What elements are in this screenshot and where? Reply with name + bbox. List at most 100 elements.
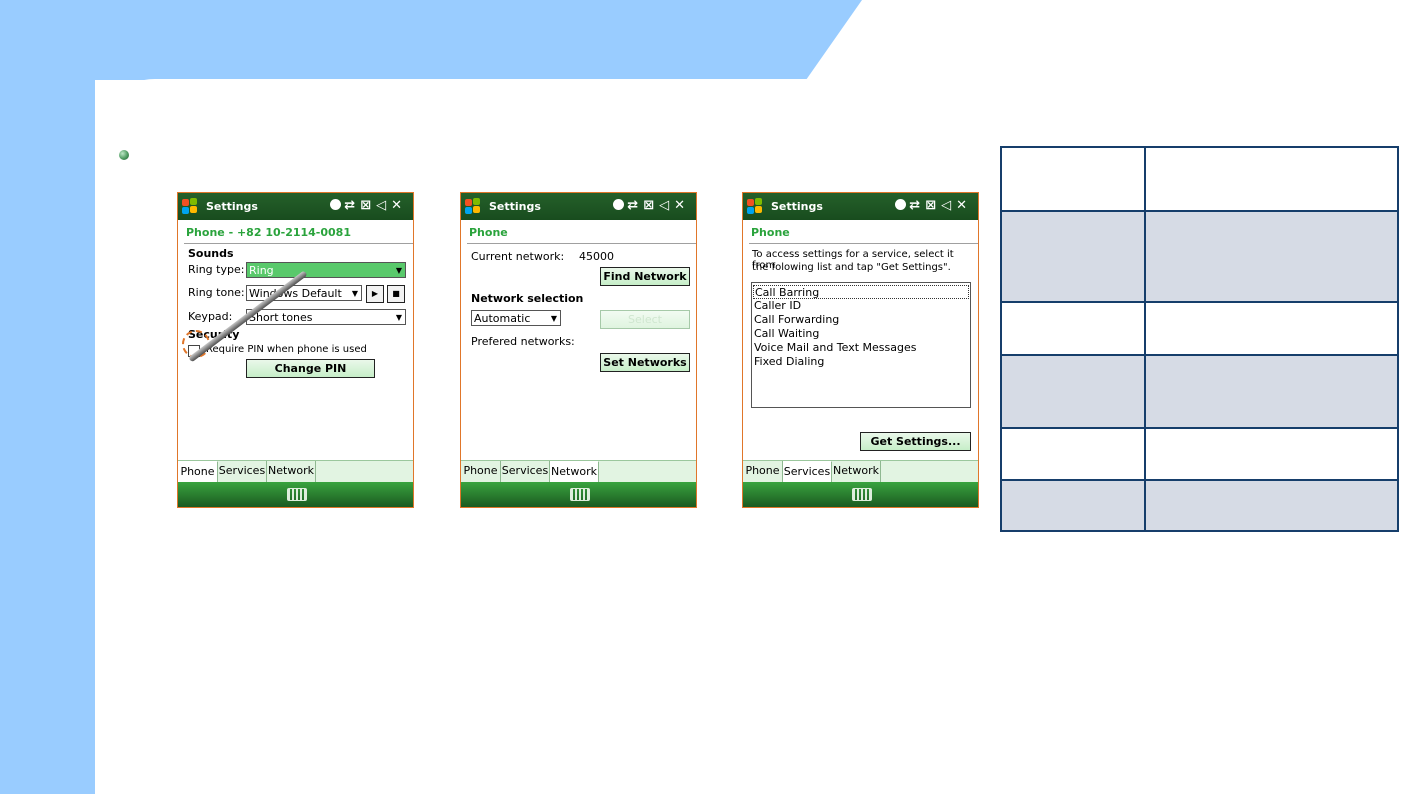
list-item[interactable]: Caller ID bbox=[753, 299, 969, 313]
close-icon[interactable]: ✕ bbox=[674, 198, 690, 213]
play-button[interactable]: ▶ bbox=[366, 285, 384, 303]
table-row bbox=[1002, 429, 1397, 479]
slide-background-left bbox=[0, 0, 95, 794]
close-icon[interactable]: ✕ bbox=[391, 198, 407, 213]
window-title: Settings bbox=[771, 200, 823, 213]
current-network-label: Current network: bbox=[471, 250, 565, 263]
tab-services[interactable]: Services bbox=[501, 461, 550, 482]
divider bbox=[467, 243, 696, 244]
ring-type-value: Ring bbox=[249, 264, 274, 277]
ring-tone-label: Ring tone: bbox=[188, 286, 245, 299]
stop-icon: ■ bbox=[392, 289, 400, 298]
table-row bbox=[1002, 481, 1397, 530]
divider bbox=[749, 243, 978, 244]
ring-type-dropdown[interactable]: Ring ▼ bbox=[246, 262, 406, 278]
tab-phone[interactable]: Phone bbox=[178, 461, 218, 483]
tab-services[interactable]: Services bbox=[218, 461, 267, 482]
status-icons: ⇄⊠◁✕ bbox=[895, 198, 972, 213]
network-selection-value: Automatic bbox=[474, 312, 531, 325]
window-title: Settings bbox=[206, 200, 258, 213]
windows-start-icon[interactable] bbox=[746, 197, 764, 215]
chevron-down-icon: ▼ bbox=[550, 314, 557, 323]
current-network-value: 45000 bbox=[579, 250, 614, 263]
tab-network[interactable]: Network bbox=[832, 461, 881, 482]
title-bar: Settings ⇄⊠◁✕ bbox=[743, 193, 978, 220]
speaker-muted-icon[interactable]: ◁ bbox=[941, 198, 956, 213]
sounds-label: Sounds bbox=[188, 247, 234, 260]
table-row bbox=[1002, 212, 1397, 301]
bullet-icon bbox=[119, 150, 129, 160]
tab-bar: Phone Services Network bbox=[461, 460, 696, 483]
chevron-down-icon: ▼ bbox=[351, 289, 358, 298]
preferred-networks-label: Prefered networks: bbox=[471, 335, 575, 348]
network-selection-label: Network selection bbox=[471, 292, 584, 305]
select-button[interactable]: Select bbox=[600, 310, 690, 329]
ring-tone-dropdown[interactable]: Windows Default ▼ bbox=[246, 285, 362, 301]
network-settings-screen: Settings ⇄⊠◁✕ Phone Current network: 450… bbox=[460, 192, 697, 508]
require-pin-label: Require PIN when phone is used bbox=[206, 344, 367, 355]
window-title: Settings bbox=[489, 200, 541, 213]
services-settings-screen: Settings ⇄⊠◁✕ Phone To access settings f… bbox=[742, 192, 979, 508]
title-bar: Settings ⇄⊠◁✕ bbox=[178, 193, 413, 220]
menu-bar bbox=[743, 482, 978, 507]
chevron-down-icon: ▼ bbox=[395, 266, 402, 275]
no-signal-icon[interactable]: ⊠ bbox=[360, 198, 376, 213]
phone-settings-screen: Settings ⇄⊠◁✕ Phone - +82 10-2114-0081 S… bbox=[177, 192, 414, 508]
keypad-value: Short tones bbox=[249, 311, 313, 324]
speaker-muted-icon[interactable]: ◁ bbox=[659, 198, 674, 213]
menu-bar bbox=[178, 482, 413, 507]
status-icons: ⇄⊠◁✕ bbox=[330, 198, 407, 213]
tab-phone[interactable]: Phone bbox=[743, 461, 783, 482]
services-list[interactable]: Call Barring Caller ID Call Forwarding C… bbox=[751, 282, 971, 408]
stop-button[interactable]: ■ bbox=[387, 285, 405, 303]
page-header: Phone - +82 10-2114-0081 bbox=[186, 226, 351, 239]
chevron-down-icon: ▼ bbox=[395, 313, 402, 322]
data-transfer-icon[interactable]: ⇄ bbox=[909, 198, 925, 213]
status-icons: ⇄⊠◁✕ bbox=[613, 198, 690, 213]
close-icon[interactable]: ✕ bbox=[956, 198, 972, 213]
tab-phone[interactable]: Phone bbox=[461, 461, 501, 482]
data-transfer-icon[interactable]: ⇄ bbox=[344, 198, 360, 213]
get-settings-button[interactable]: Get Settings... bbox=[860, 432, 971, 451]
network-selection-dropdown[interactable]: Automatic ▼ bbox=[471, 310, 561, 326]
change-pin-button[interactable]: Change PIN bbox=[246, 359, 375, 378]
list-item[interactable]: Voice Mail and Text Messages bbox=[753, 341, 969, 355]
windows-start-icon[interactable] bbox=[464, 197, 482, 215]
no-signal-icon[interactable]: ⊠ bbox=[925, 198, 941, 213]
list-item[interactable]: Call Waiting bbox=[753, 327, 969, 341]
tab-network[interactable]: Network bbox=[550, 461, 599, 483]
ring-tone-value: Windows Default bbox=[249, 287, 342, 300]
play-icon: ▶ bbox=[371, 289, 379, 298]
windows-start-icon[interactable] bbox=[181, 197, 199, 215]
keyboard-icon[interactable] bbox=[286, 488, 307, 501]
keyboard-icon[interactable] bbox=[569, 488, 590, 501]
instructions-line-2: the folowing list and tap "Get Settings"… bbox=[752, 262, 951, 273]
tab-services[interactable]: Services bbox=[783, 461, 832, 483]
table-row bbox=[1002, 148, 1397, 210]
page-header: Phone bbox=[751, 226, 790, 239]
no-signal-icon[interactable]: ⊠ bbox=[643, 198, 659, 213]
title-bar: Settings ⇄⊠◁✕ bbox=[461, 193, 696, 220]
tab-bar: Phone Services Network bbox=[178, 460, 413, 483]
set-networks-button[interactable]: Set Networks bbox=[600, 353, 690, 372]
speaker-muted-icon[interactable]: ◁ bbox=[376, 198, 391, 213]
table-row bbox=[1002, 303, 1397, 354]
divider bbox=[184, 243, 413, 244]
table-column-divider bbox=[1144, 148, 1146, 530]
keyboard-icon[interactable] bbox=[851, 488, 872, 501]
info-table bbox=[1000, 146, 1399, 532]
find-network-button[interactable]: Find Network bbox=[600, 267, 690, 286]
list-item[interactable]: Call Forwarding bbox=[753, 313, 969, 327]
list-item[interactable]: Call Barring bbox=[753, 285, 969, 299]
tab-network[interactable]: Network bbox=[267, 461, 316, 482]
connectivity-icon[interactable] bbox=[613, 199, 625, 210]
tab-bar: Phone Services Network bbox=[743, 460, 978, 483]
keypad-label: Keypad: bbox=[188, 310, 233, 323]
connectivity-icon[interactable] bbox=[330, 199, 342, 210]
table-row bbox=[1002, 356, 1397, 427]
connectivity-icon[interactable] bbox=[895, 199, 907, 210]
ring-type-label: Ring type: bbox=[188, 263, 245, 276]
keypad-dropdown[interactable]: Short tones ▼ bbox=[246, 309, 406, 325]
list-item[interactable]: Fixed Dialing bbox=[753, 355, 969, 369]
data-transfer-icon[interactable]: ⇄ bbox=[627, 198, 643, 213]
